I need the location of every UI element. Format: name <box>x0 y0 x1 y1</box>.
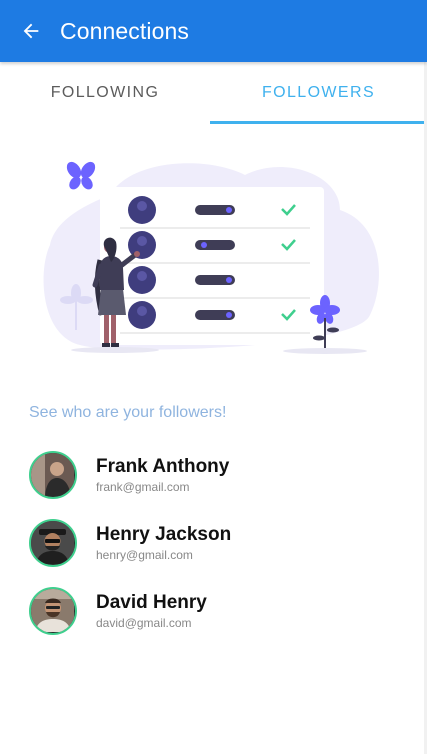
follower-name: Henry Jackson <box>96 523 232 545</box>
follower-email: henry@gmail.com <box>96 547 193 562</box>
followers-illustration <box>40 150 385 360</box>
avatar <box>29 587 77 635</box>
back-button[interactable] <box>0 0 62 62</box>
page-title: Connections <box>60 17 189 44</box>
follower-name: David Henry <box>96 591 207 613</box>
arrow-left-icon <box>23 23 39 39</box>
avatar <box>29 519 77 567</box>
follower-name: Frank Anthony <box>96 455 230 477</box>
follower-email: frank@gmail.com <box>96 479 190 494</box>
list-item[interactable]: Henry Jackson henry@gmail.com <box>29 518 409 568</box>
list-item[interactable]: Frank Anthony frank@gmail.com <box>29 450 409 500</box>
list-item[interactable]: David Henry david@gmail.com <box>29 586 409 636</box>
followers-subtitle: See who are your followers! <box>29 404 227 421</box>
follower-email: david@gmail.com <box>96 615 192 630</box>
app-bar: Connections <box>0 0 427 62</box>
avatar <box>29 451 77 499</box>
tab-bar: FOLLOWING FOLLOWERS <box>0 62 427 124</box>
butterfly-icon <box>66 161 96 190</box>
tab-followers[interactable]: FOLLOWERS <box>210 62 427 124</box>
tab-following[interactable]: FOLLOWING <box>0 62 210 124</box>
